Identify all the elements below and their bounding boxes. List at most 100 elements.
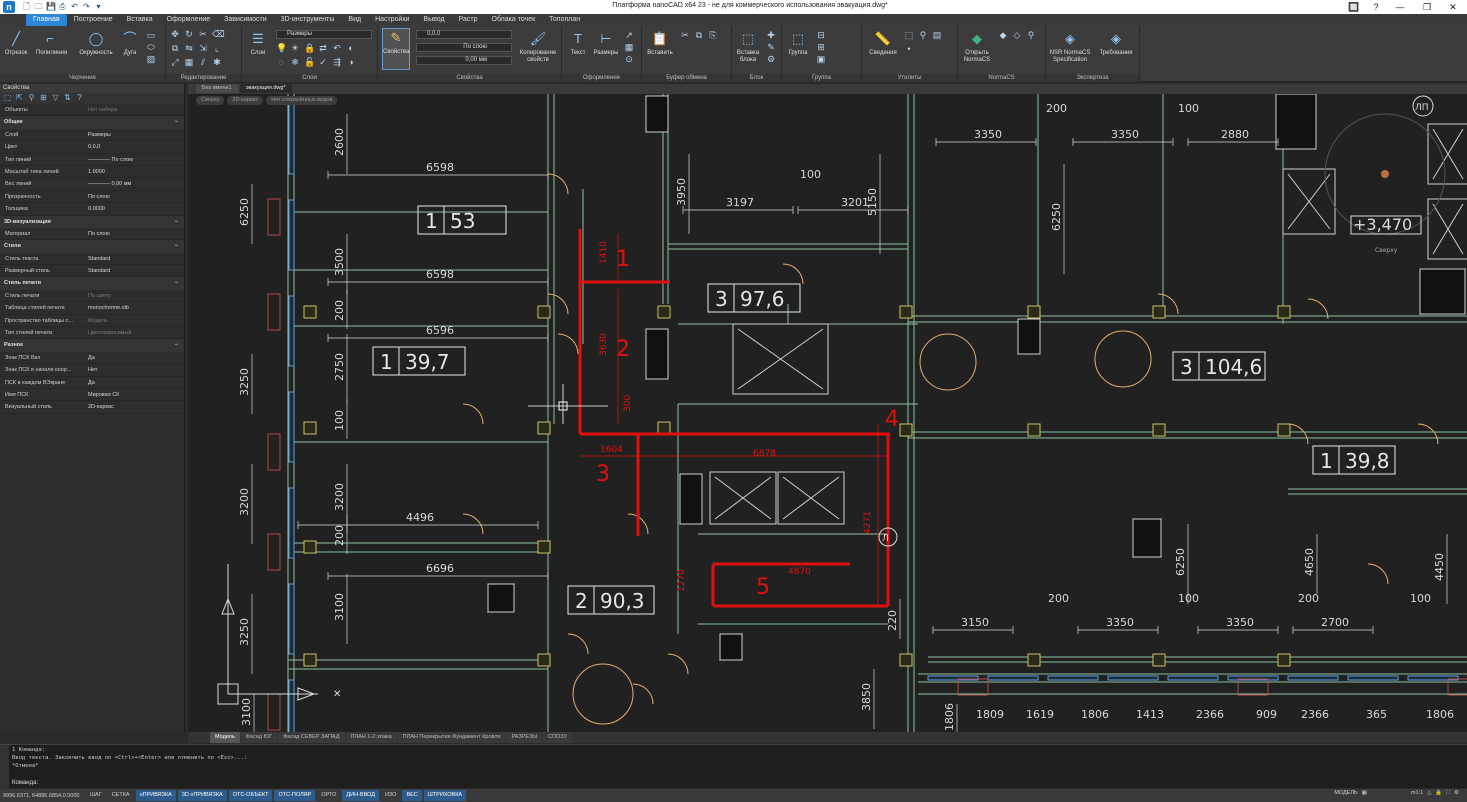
- maximize-button[interactable]: ❐: [1413, 0, 1441, 14]
- quick-select-icon[interactable]: ⚲: [918, 30, 928, 40]
- explode-icon[interactable]: ✱: [212, 57, 222, 67]
- status-toggle[interactable]: ШТРИХОВКА: [423, 790, 467, 801]
- property-value[interactable]: ———— По слою: [88, 154, 184, 165]
- layout-tab-facade-south[interactable]: Фасад ЮГ: [240, 732, 278, 743]
- doc-tab-untitled[interactable]: Без имени1: [196, 84, 238, 93]
- point-icon[interactable]: •: [904, 44, 914, 54]
- layer-current-icon[interactable]: ✓: [318, 57, 328, 67]
- status-toggle[interactable]: ШАГ: [86, 790, 106, 801]
- minimize-button[interactable]: —: [1386, 0, 1414, 14]
- layer-walk-icon[interactable]: ⇶: [332, 57, 342, 67]
- hatch-icon[interactable]: ▨: [146, 54, 156, 64]
- sort-icon[interactable]: ⇅: [63, 93, 72, 102]
- status-toggle[interactable]: оПРИВЯЗКА: [135, 790, 176, 801]
- property-row[interactable]: Толщина 0.0000: [0, 203, 184, 216]
- property-value[interactable]: monochrome.ctb: [88, 302, 184, 313]
- redo-icon[interactable]: ↷: [82, 1, 91, 12]
- open-normacs-button[interactable]: ◆ Открыть NormaCS: [960, 30, 994, 64]
- property-value[interactable]: 0.0000: [88, 203, 184, 214]
- saved-views-button[interactable]: Нет сохранённых видов: [266, 96, 338, 105]
- lineweight-combo[interactable]: 0,00 мм: [416, 56, 512, 65]
- create-block-icon[interactable]: ✚: [766, 30, 776, 40]
- pick-icon[interactable]: ⇱: [15, 93, 24, 102]
- status-toggle[interactable]: СЕТКА: [108, 790, 134, 801]
- tab-annotate[interactable]: Оформление: [160, 14, 217, 26]
- select-objects-icon[interactable]: ⬚: [3, 93, 12, 102]
- color-combo[interactable]: 0,0,0: [416, 30, 512, 39]
- tab-view[interactable]: Вид: [341, 14, 368, 26]
- layout-tab-sections[interactable]: РАЗРЕЗЫ: [506, 732, 543, 743]
- help-panel-icon[interactable]: ?: [75, 93, 84, 102]
- property-row[interactable]: Тип стилей печати Цветозависимый: [0, 327, 184, 340]
- insert-block-button[interactable]: ⬚ Вставка блока: [734, 30, 762, 64]
- layout-tab-model[interactable]: Модель: [210, 732, 240, 743]
- toggle-pickadd-icon[interactable]: ⊞: [39, 93, 48, 102]
- status-toggle[interactable]: ИЗО: [381, 790, 401, 801]
- paste-button[interactable]: 📋 Вставить: [646, 30, 674, 57]
- table-icon[interactable]: ▦: [624, 42, 634, 52]
- properties-section-header[interactable]: Стиль печати: [0, 277, 184, 290]
- property-row[interactable]: Цвет 0,0,0: [0, 141, 184, 154]
- property-row[interactable]: Знак ПСК Вкл Да: [0, 352, 184, 365]
- property-value[interactable]: По слою: [88, 228, 184, 239]
- property-row[interactable]: Материал По слою: [0, 228, 184, 241]
- property-row[interactable]: Вес линий ———— 0,00 мм: [0, 178, 184, 191]
- property-row[interactable]: Размерный стиль Standard: [0, 265, 184, 278]
- layout-tab-facade-north-west[interactable]: Фасад СЕВЕР ЗАПАД: [278, 732, 345, 743]
- property-value[interactable]: 0,0,0: [88, 141, 184, 152]
- calculator-icon[interactable]: ▤: [932, 30, 942, 40]
- group-button[interactable]: ⬚ Группа: [784, 30, 812, 57]
- edit-block-icon[interactable]: ✎: [766, 42, 776, 52]
- property-value[interactable]: Мировая СК: [88, 389, 184, 400]
- property-value[interactable]: ———— 0,00 мм: [88, 178, 184, 189]
- drawing-canvas[interactable]: 6598 6598 6596 4496 6696 3197 3201 3950 5150 3350…: [188, 94, 1467, 732]
- tab-raster[interactable]: Растр: [452, 14, 485, 26]
- tab-3d-tools[interactable]: 3D-инструменты: [274, 14, 342, 26]
- properties-section-header[interactable]: Разное: [0, 339, 184, 352]
- property-value[interactable]: 2D-каркас: [88, 401, 184, 412]
- tab-insert[interactable]: Вставка: [120, 14, 160, 26]
- model-space-label[interactable]: МОДЕЛЬ: [1334, 790, 1357, 797]
- info-button[interactable]: 📏 Сведения: [866, 30, 900, 57]
- property-row[interactable]: Стиль печати По цвету: [0, 290, 184, 303]
- leader-icon[interactable]: ↗: [624, 30, 634, 40]
- visual-style-button[interactable]: 2D-каркас: [227, 96, 264, 105]
- tab-topoplan[interactable]: Топоплан: [542, 14, 587, 26]
- layer-freeze-icon[interactable]: ☀: [290, 43, 300, 53]
- property-row[interactable]: Прозрачность По слою: [0, 191, 184, 204]
- property-value[interactable]: 1.0000: [88, 166, 184, 177]
- move-icon[interactable]: ✥: [170, 29, 180, 39]
- property-row[interactable]: Масштаб типа линий 1.0000: [0, 166, 184, 179]
- layer-off-icon[interactable]: ◌: [276, 57, 286, 67]
- layer-on-icon[interactable]: 💡: [276, 43, 287, 53]
- layout-tab-plan-1-2[interactable]: ПЛАН 1-2 этажа: [345, 732, 397, 743]
- mirror-icon[interactable]: ⇋: [184, 43, 194, 53]
- doc-tab-evacuation[interactable]: эвакуация.dwg*: [239, 84, 292, 93]
- status-toggle[interactable]: ОТС-ОБЪЕКТ: [228, 790, 273, 801]
- scale-label[interactable]: m1:1: [1411, 790, 1423, 797]
- layer-unlock-icon[interactable]: 🔓: [304, 57, 315, 67]
- layer-isolate-icon[interactable]: ◐: [346, 43, 356, 53]
- layer-thaw-icon[interactable]: ❄: [290, 57, 300, 67]
- undo-icon[interactable]: ↶: [70, 1, 79, 12]
- copy-icon[interactable]: ⧉: [170, 43, 180, 53]
- layer-previous-icon[interactable]: ↶: [332, 43, 342, 53]
- qat-dropdown-icon[interactable]: ▾: [94, 1, 103, 12]
- group-select-icon[interactable]: ▣: [816, 54, 826, 64]
- open-file-icon[interactable]: 🗀: [34, 1, 43, 12]
- properties-section-header[interactable]: Стили: [0, 240, 184, 253]
- tab-build[interactable]: Построение: [67, 14, 120, 26]
- copy-clip-icon[interactable]: ⧉: [694, 30, 704, 40]
- quick-select-icon[interactable]: ⚲: [27, 93, 36, 102]
- property-value[interactable]: Standard: [88, 265, 184, 276]
- grid-icon[interactable]: ▦: [1362, 790, 1367, 797]
- status-toggle[interactable]: ОТС-ПОЛЯР: [274, 790, 316, 801]
- fullscreen-icon[interactable]: ⛶: [1446, 790, 1450, 797]
- property-value[interactable]: Да: [88, 352, 184, 363]
- layer-combo[interactable]: Размеры: [276, 30, 372, 39]
- properties-button[interactable]: ✎ Свойства: [382, 28, 410, 70]
- settings-icon[interactable]: ⚙: [1454, 790, 1459, 797]
- cut-icon[interactable]: ✂: [680, 30, 690, 40]
- layer-unisolate-icon[interactable]: ◑: [346, 57, 356, 67]
- normacs-search-icon[interactable]: ⚲: [1026, 30, 1036, 40]
